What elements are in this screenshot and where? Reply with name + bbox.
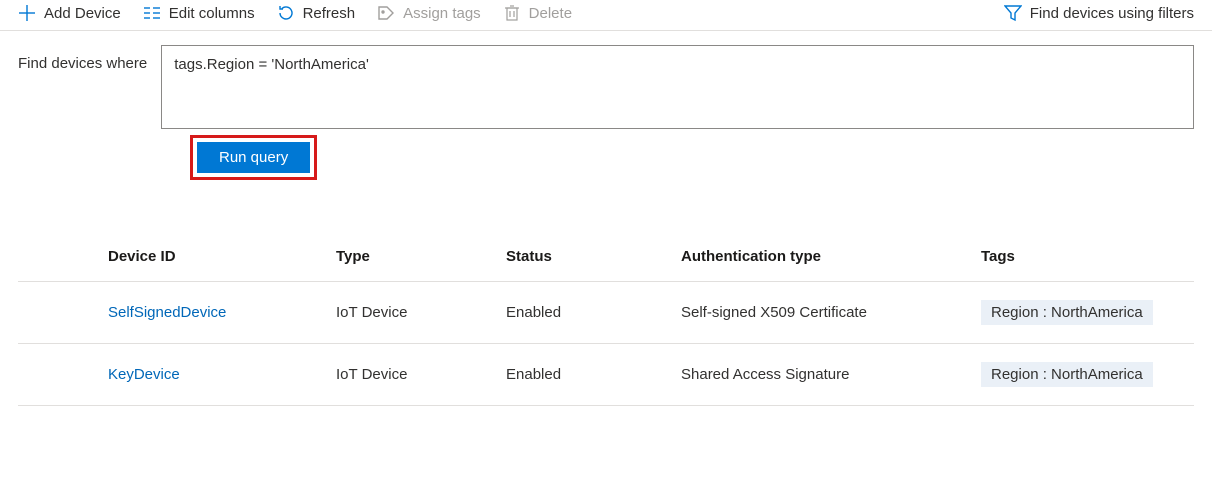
cell-auth: Shared Access Signature	[673, 344, 973, 406]
delete-button: Delete	[503, 4, 572, 22]
run-query-highlight: Run query	[190, 135, 317, 180]
col-header-device-id[interactable]: Device ID	[18, 238, 328, 282]
filter-icon	[1004, 4, 1022, 22]
device-id-link[interactable]: KeyDevice	[108, 366, 180, 383]
find-devices-filters-label: Find devices using filters	[1030, 5, 1194, 22]
add-device-label: Add Device	[44, 5, 121, 22]
assign-tags-label: Assign tags	[403, 5, 481, 22]
edit-columns-label: Edit columns	[169, 5, 255, 22]
run-query-button[interactable]: Run query	[197, 142, 310, 173]
tag-badge: Region : NorthAmerica	[981, 300, 1153, 325]
delete-label: Delete	[529, 5, 572, 22]
devices-table-wrap: Device ID Type Status Authentication typ…	[0, 198, 1212, 406]
tag-icon	[377, 4, 395, 22]
plus-icon	[18, 4, 36, 22]
table-row: SelfSignedDevice IoT Device Enabled Self…	[18, 282, 1194, 344]
cell-type: IoT Device	[328, 282, 498, 344]
query-row: Find devices where tags.Region = 'NorthA…	[0, 31, 1212, 135]
assign-tags-button: Assign tags	[377, 4, 481, 22]
query-label: Find devices where	[18, 45, 147, 72]
devices-table: Device ID Type Status Authentication typ…	[18, 238, 1194, 406]
cell-status: Enabled	[498, 344, 673, 406]
query-input[interactable]: tags.Region = 'NorthAmerica'	[161, 45, 1194, 129]
toolbar: Add Device Edit columns Refresh Assign t…	[0, 0, 1212, 31]
col-header-tags[interactable]: Tags	[973, 238, 1194, 282]
refresh-icon	[277, 4, 295, 22]
cell-status: Enabled	[498, 282, 673, 344]
edit-columns-button[interactable]: Edit columns	[143, 4, 255, 22]
cell-auth: Self-signed X509 Certificate	[673, 282, 973, 344]
col-header-auth[interactable]: Authentication type	[673, 238, 973, 282]
table-row: KeyDevice IoT Device Enabled Shared Acce…	[18, 344, 1194, 406]
trash-icon	[503, 4, 521, 22]
refresh-label: Refresh	[303, 5, 356, 22]
device-id-link[interactable]: SelfSignedDevice	[108, 304, 226, 321]
refresh-button[interactable]: Refresh	[277, 4, 356, 22]
add-device-button[interactable]: Add Device	[18, 4, 121, 22]
find-devices-filters-button[interactable]: Find devices using filters	[1004, 4, 1194, 22]
table-header-row: Device ID Type Status Authentication typ…	[18, 238, 1194, 282]
columns-icon	[143, 4, 161, 22]
col-header-status[interactable]: Status	[498, 238, 673, 282]
col-header-type[interactable]: Type	[328, 238, 498, 282]
cell-type: IoT Device	[328, 344, 498, 406]
tag-badge: Region : NorthAmerica	[981, 362, 1153, 387]
run-row: Run query	[0, 135, 1212, 198]
